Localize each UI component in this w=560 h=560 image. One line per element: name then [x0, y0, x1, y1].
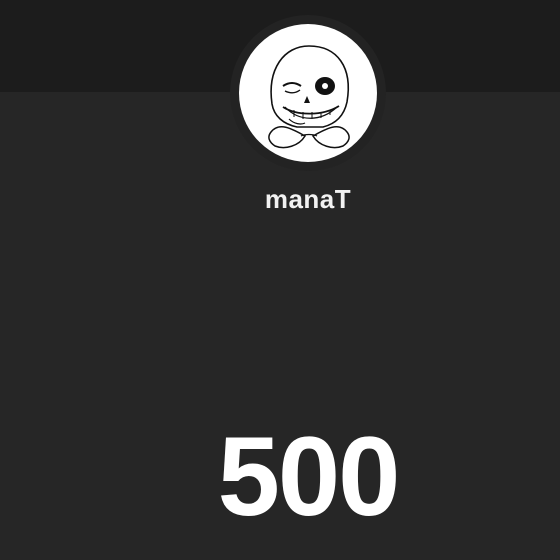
- username-label: manaT: [264, 184, 352, 214]
- avatar-frame[interactable]: [230, 15, 386, 171]
- sans-skeleton-avatar-icon: [268, 45, 350, 149]
- counter-value: 500: [217, 414, 401, 539]
- avatar[interactable]: [239, 24, 377, 162]
- profile-card: manaT 500: [0, 0, 560, 560]
